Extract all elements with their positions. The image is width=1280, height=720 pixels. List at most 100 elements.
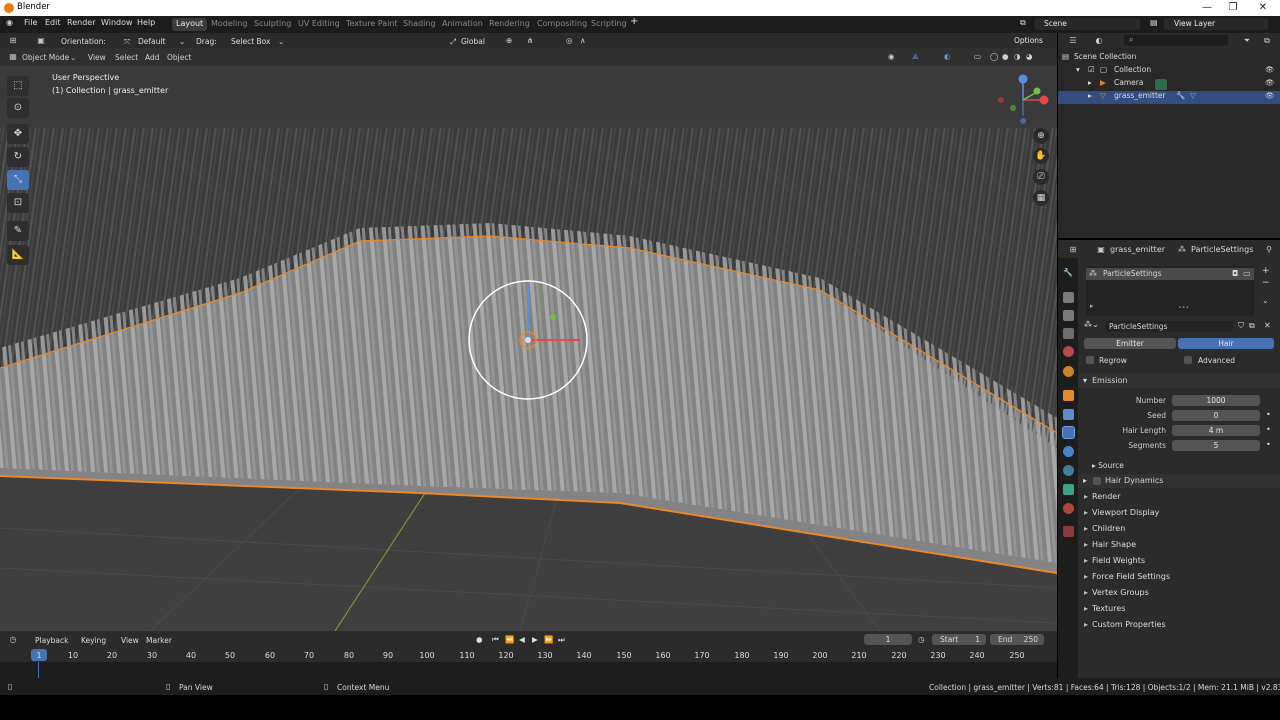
drag-dropdown[interactable]: Select Box	[231, 37, 270, 46]
eye-icon[interactable]: 👁	[1265, 65, 1275, 74]
record-icon[interactable]: ●	[476, 635, 483, 644]
options-dropdown[interactable]: Options	[1010, 35, 1047, 47]
nav-gizmo-y[interactable]	[1033, 87, 1041, 95]
type-emitter-button[interactable]: Emitter	[1084, 338, 1176, 349]
number-field[interactable]: 1000	[1172, 395, 1260, 406]
advanced-checkbox[interactable]	[1184, 356, 1192, 364]
render-panel[interactable]: ▸ Render	[1084, 492, 1120, 501]
jump-end-icon[interactable]: ⏭	[558, 635, 565, 645]
tab-modeling[interactable]: Modeling	[207, 18, 251, 31]
eye-icon[interactable]: 👁	[1265, 91, 1275, 100]
menu-object[interactable]: Object	[167, 53, 191, 62]
texture-tab-icon[interactable]	[1063, 526, 1074, 537]
3d-viewport[interactable]: User Perspective (1) Collection | grass_…	[0, 48, 1057, 631]
blender-menu-icon[interactable]: ◉	[6, 18, 13, 27]
resize-grip-icon[interactable]: ∙∙∙	[1178, 304, 1189, 311]
list-item[interactable]: ⁂ ParticleSettings ◘ ▭	[1086, 268, 1254, 280]
keyframe-dot-icon[interactable]: •	[1266, 440, 1271, 449]
material-tab-icon[interactable]	[1063, 503, 1074, 514]
tab-animation[interactable]: Animation	[438, 18, 487, 31]
scene-tab-icon[interactable]	[1063, 346, 1074, 357]
display-mode-icon[interactable]: ◐	[1094, 36, 1104, 46]
scale-tool-icon[interactable]: ⤡	[7, 170, 29, 190]
viewport-toggle-icon[interactable]: ▭	[1243, 269, 1251, 278]
solid-shading-icon[interactable]: ●	[1002, 52, 1009, 61]
menu-playback[interactable]: Playback	[35, 636, 68, 645]
timeline-editor-icon[interactable]: ◷	[8, 635, 18, 645]
emission-panel-header[interactable]: ▾ Emission	[1078, 374, 1280, 388]
start-frame-field[interactable]: Start 1	[932, 634, 986, 645]
nav-gizmo-x[interactable]	[1039, 95, 1049, 105]
gizmo-y-handle[interactable]	[550, 314, 556, 320]
chevron-down-icon[interactable]: ⌄	[1262, 296, 1269, 305]
outliner-row-scene-collection[interactable]: ▤ Scene Collection	[1058, 52, 1280, 65]
tab-sculpting[interactable]: Sculpting	[250, 18, 295, 31]
hair-dynamics-checkbox[interactable]	[1093, 477, 1101, 485]
playhead-line[interactable]	[38, 662, 39, 678]
data-tab-icon[interactable]	[1063, 484, 1074, 495]
chevron-right-icon[interactable]: ▸	[1088, 91, 1092, 100]
xray-icon[interactable]: ▭	[974, 52, 981, 61]
segments-field[interactable]: 5	[1172, 440, 1260, 451]
rendered-shading-icon[interactable]: ◕	[1026, 52, 1033, 61]
add-workspace-button[interactable]: +	[630, 16, 638, 27]
pan-hand-icon[interactable]: ✋	[1033, 148, 1049, 164]
pin-icon[interactable]: ⚲	[1264, 245, 1274, 255]
zoom-icon[interactable]: ⊕	[1033, 128, 1049, 144]
gizmo-toggle-icon[interactable]: ⟁	[912, 52, 919, 62]
outliner-row-collection[interactable]: ▾ ☑ ▢ Collection 👁	[1058, 65, 1280, 78]
menu-file[interactable]: File	[24, 18, 37, 27]
nav-gizmo-neg-z[interactable]	[1020, 118, 1026, 124]
render-tab-icon[interactable]	[1063, 292, 1074, 303]
checkbox-icon[interactable]: ☑	[1088, 65, 1095, 74]
remove-slot-icon[interactable]: −	[1262, 278, 1270, 288]
menu-select[interactable]: Select	[115, 53, 138, 62]
next-keyframe-icon[interactable]: ⏩	[544, 635, 553, 644]
visibility-icon[interactable]: ◉	[888, 52, 895, 61]
maximize-button[interactable]: ❐	[1220, 0, 1246, 16]
constraints-tab-icon[interactable]	[1063, 465, 1074, 476]
menu-edit[interactable]: Edit	[45, 18, 61, 27]
nav-gizmo-neg-x[interactable]	[998, 97, 1004, 103]
snap-icon[interactable]: ⋔	[527, 36, 533, 45]
tab-rendering[interactable]: Rendering	[485, 18, 534, 31]
select-tool-icon[interactable]: ⬚	[7, 76, 29, 96]
eye-icon[interactable]: 👁	[1265, 78, 1275, 87]
duplicate-icon[interactable]: ⧉	[1249, 321, 1255, 331]
textures-panel[interactable]: ▸ Textures	[1084, 604, 1125, 613]
force-field-settings-panel[interactable]: ▸ Force Field Settings	[1084, 572, 1170, 581]
menu-marker[interactable]: Marker	[146, 636, 172, 645]
outliner-editor-icon[interactable]: ☰	[1068, 36, 1078, 46]
children-panel[interactable]: ▸ Children	[1084, 524, 1125, 533]
view-layer-selector[interactable]: View Layer	[1164, 18, 1268, 30]
proportional-edit-icon[interactable]: ◎	[566, 36, 573, 45]
ortho-grid-icon[interactable]: ▦	[1033, 190, 1049, 206]
measure-tool-icon[interactable]: 📐	[7, 245, 29, 265]
scene-selector[interactable]: Scene	[1034, 18, 1140, 30]
render-toggle-icon[interactable]: ◘	[1232, 269, 1238, 278]
new-collection-icon[interactable]: ⧉	[1262, 36, 1272, 46]
regrow-checkbox[interactable]	[1086, 356, 1094, 364]
output-tab-icon[interactable]	[1063, 310, 1074, 321]
annotate-tool-icon[interactable]: ✎	[7, 221, 29, 241]
add-slot-icon[interactable]: +	[1262, 266, 1270, 276]
modifier-tab-icon[interactable]	[1063, 409, 1074, 420]
custom-properties-panel[interactable]: ▸ Custom Properties	[1084, 620, 1166, 629]
hair-length-field[interactable]: 4 m	[1172, 425, 1260, 436]
orientation-dropdown[interactable]: Default	[138, 37, 165, 46]
unlink-icon[interactable]: ✕	[1264, 321, 1271, 330]
play-icon[interactable]: ▶	[532, 635, 538, 644]
world-tab-icon[interactable]	[1063, 366, 1074, 377]
menu-help[interactable]: Help	[137, 18, 155, 27]
mode-dropdown[interactable]: Object Mode	[22, 53, 69, 62]
menu-add[interactable]: Add	[145, 53, 160, 62]
chevron-right-icon[interactable]: ▸	[1088, 78, 1092, 87]
nav-gizmo-z[interactable]	[1018, 74, 1028, 84]
pivot-icon[interactable]: ⊕	[506, 36, 512, 45]
object-tab-icon[interactable]	[1063, 390, 1074, 401]
transform-orientation-dropdown[interactable]: Global	[461, 37, 485, 46]
material-shading-icon[interactable]: ◑	[1014, 52, 1021, 61]
tab-compositing[interactable]: Compositing	[533, 18, 591, 31]
falloff-icon[interactable]: ∧	[580, 36, 586, 45]
overlay-toggle-icon[interactable]: ◐	[944, 52, 951, 61]
